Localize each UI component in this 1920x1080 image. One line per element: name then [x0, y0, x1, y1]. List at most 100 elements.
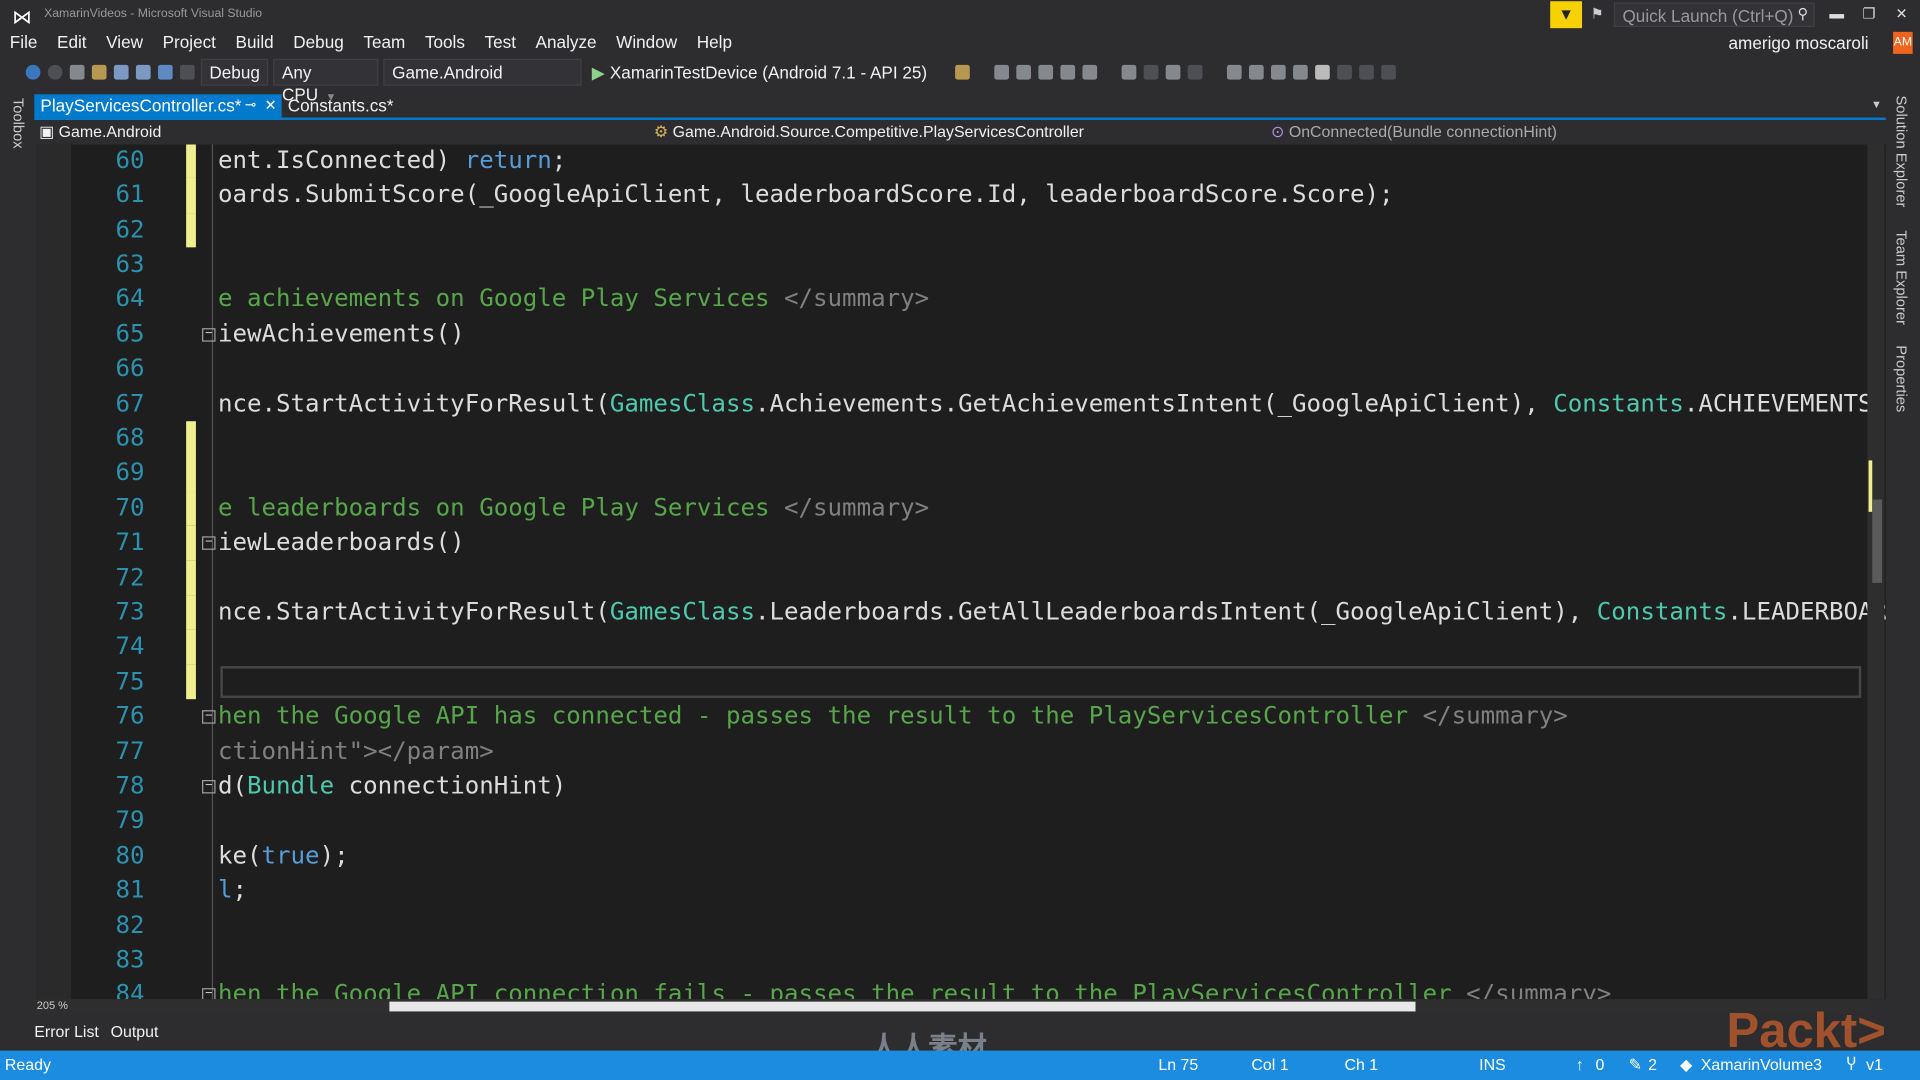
- code-line[interactable]: 72: [37, 560, 1886, 595]
- code-line[interactable]: 61 oards.SubmitScore(_GoogleApiClient, le…: [37, 178, 1886, 213]
- code-line[interactable]: 73 nce.StartActivityForResult(GamesClass.…: [37, 595, 1885, 630]
- tab-playservicescontroller[interactable]: PlayServicesController.cs* ⊸ ✕: [34, 94, 282, 118]
- code-line[interactable]: 77 ctionHint"></param>: [37, 734, 1886, 769]
- tab-output[interactable]: Output: [111, 1022, 159, 1040]
- menu-analyze[interactable]: Analyze: [526, 32, 607, 52]
- monitor-icon[interactable]: [1121, 64, 1137, 80]
- type-dropdown[interactable]: ⚙ Game.Android.Source.Competitive.PlaySe…: [654, 120, 1261, 143]
- uncomment-icon[interactable]: [1293, 64, 1308, 80]
- team-explorer-tab[interactable]: Team Explorer: [1893, 230, 1910, 325]
- quick-launch-input[interactable]: Quick Launch (Ctrl+Q): [1613, 2, 1815, 27]
- startup-project-select[interactable]: Game.Android: [383, 58, 582, 86]
- menu-edit[interactable]: Edit: [47, 32, 96, 52]
- code-line[interactable]: 83: [37, 943, 1886, 978]
- menu-help[interactable]: Help: [687, 32, 742, 52]
- code-line[interactable]: 80 ke(true);: [37, 839, 1886, 874]
- search-icon[interactable]: ⚲: [1798, 5, 1809, 22]
- code-line[interactable]: 65 iewAchievements(): [37, 317, 1886, 352]
- tab-overflow-icon[interactable]: ▼: [1871, 98, 1882, 110]
- code-line[interactable]: 81 l;: [37, 873, 1886, 908]
- run-target-button[interactable]: XamarinTestDevice (Android 7.1 - API 25): [610, 62, 927, 82]
- prev-bookmark-icon[interactable]: [1337, 64, 1353, 80]
- menu-view[interactable]: View: [96, 32, 152, 52]
- collapse-icon[interactable]: −: [202, 988, 216, 1000]
- pencil-icon[interactable]: ✎: [1629, 1051, 1642, 1080]
- branch-name[interactable]: v1: [1866, 1051, 1883, 1080]
- horizontal-scroll-thumb[interactable]: [389, 1001, 1416, 1012]
- code-line[interactable]: 69: [37, 456, 1886, 491]
- code-line[interactable]: 60 ent.IsConnected) return;: [37, 144, 1886, 177]
- code-line[interactable]: 74: [37, 630, 1886, 665]
- redo-icon[interactable]: [180, 64, 195, 80]
- collapse-icon[interactable]: −: [202, 327, 216, 342]
- configuration-select[interactable]: Debug: [200, 58, 269, 86]
- menu-file[interactable]: File: [0, 32, 47, 52]
- menu-window[interactable]: Window: [606, 32, 687, 52]
- save-icon[interactable]: [113, 64, 129, 80]
- terminal-icon[interactable]: [1038, 64, 1054, 80]
- save-all-icon[interactable]: [135, 64, 151, 80]
- open-file-icon[interactable]: [91, 64, 107, 80]
- tab-constants[interactable]: Constants.cs*: [282, 94, 400, 117]
- code-line[interactable]: 70 e leaderboards on Google Play Services…: [37, 491, 1886, 526]
- code-line[interactable]: 75: [37, 665, 1886, 700]
- repository-name[interactable]: XamarinVolume3: [1701, 1051, 1822, 1080]
- code-line[interactable]: 66: [37, 352, 1886, 387]
- layout-icon[interactable]: [1165, 64, 1181, 80]
- menu-project[interactable]: Project: [153, 32, 226, 52]
- new-project-icon[interactable]: [69, 64, 85, 80]
- code-line[interactable]: 78 d(Bundle connectionHint): [37, 769, 1886, 804]
- tab-error-list[interactable]: Error List: [34, 1022, 99, 1040]
- code-line[interactable]: 68: [37, 421, 1886, 456]
- undo-icon[interactable]: [157, 64, 173, 80]
- menu-build[interactable]: Build: [226, 32, 284, 52]
- clear-bookmarks-icon[interactable]: [1381, 64, 1397, 80]
- code-line[interactable]: 62: [37, 213, 1886, 248]
- emulator-icon[interactable]: [1060, 64, 1076, 80]
- close-button[interactable]: ✕: [1896, 5, 1908, 22]
- zoom-level-select[interactable]: 205 %: [37, 999, 68, 1011]
- scroll-thumb[interactable]: [1872, 499, 1883, 583]
- back-icon[interactable]: [25, 64, 41, 80]
- notifications-icon[interactable]: ⚑: [1591, 5, 1604, 22]
- comment-icon[interactable]: [1271, 64, 1286, 80]
- paste-icon[interactable]: [1187, 64, 1203, 80]
- play-icon[interactable]: ▶: [592, 62, 605, 83]
- minimize-button[interactable]: ▬: [1829, 5, 1844, 22]
- properties-tab[interactable]: Properties: [1893, 345, 1910, 412]
- device-log-icon[interactable]: [955, 64, 971, 80]
- toolbox-tab[interactable]: Toolbox: [10, 98, 27, 149]
- code-line[interactable]: 82: [37, 908, 1886, 943]
- android-sdk-icon[interactable]: [1016, 64, 1032, 80]
- member-dropdown[interactable]: ⊙ OnConnected(Bundle connectionHint): [1271, 120, 1557, 143]
- pending-changes-count[interactable]: 2: [1648, 1051, 1657, 1080]
- code-line[interactable]: 63: [37, 247, 1886, 282]
- platform-select[interactable]: Any CPU ▼: [273, 58, 379, 104]
- close-tab-icon[interactable]: ✕: [264, 94, 276, 117]
- menu-test[interactable]: Test: [475, 32, 526, 52]
- profiler-icon[interactable]: [1082, 64, 1098, 80]
- unpushed-count[interactable]: 0: [1596, 1051, 1605, 1080]
- feedback-filter-icon[interactable]: ▼: [1550, 1, 1583, 29]
- device-icon[interactable]: [994, 64, 1010, 80]
- vertical-scrollbar[interactable]: [1867, 144, 1885, 1000]
- user-name[interactable]: amerigo moscaroli: [1729, 33, 1869, 53]
- forward-icon[interactable]: [47, 64, 63, 80]
- pin-icon[interactable]: ⊸: [245, 94, 256, 117]
- menu-debug[interactable]: Debug: [283, 32, 353, 52]
- collapse-icon[interactable]: −: [202, 710, 216, 724]
- code-line[interactable]: 79: [37, 804, 1886, 839]
- avatar[interactable]: AM: [1893, 31, 1913, 54]
- code-line[interactable]: 67 nce.StartActivityForResult(GamesClass.…: [37, 386, 1886, 421]
- project-dropdown[interactable]: ▣ Game.Android: [39, 120, 646, 143]
- code-line[interactable]: 71 iewLeaderboards(): [37, 526, 1886, 561]
- push-icon[interactable]: ↑: [1576, 1051, 1584, 1080]
- solution-explorer-tab[interactable]: Solution Explorer: [1893, 96, 1910, 208]
- phone-icon[interactable]: [1143, 64, 1159, 80]
- select-icon[interactable]: [1227, 64, 1242, 80]
- code-line[interactable]: 64 e achievements on Google Play Services…: [37, 282, 1886, 317]
- collapse-icon[interactable]: −: [202, 536, 216, 551]
- code-line[interactable]: 76 hen the Google API has connected - pas…: [37, 699, 1886, 734]
- format-icon[interactable]: [1249, 64, 1264, 80]
- code-editor[interactable]: 60 ent.IsConnected) return; 61 oards.Submit…: [36, 144, 1886, 1000]
